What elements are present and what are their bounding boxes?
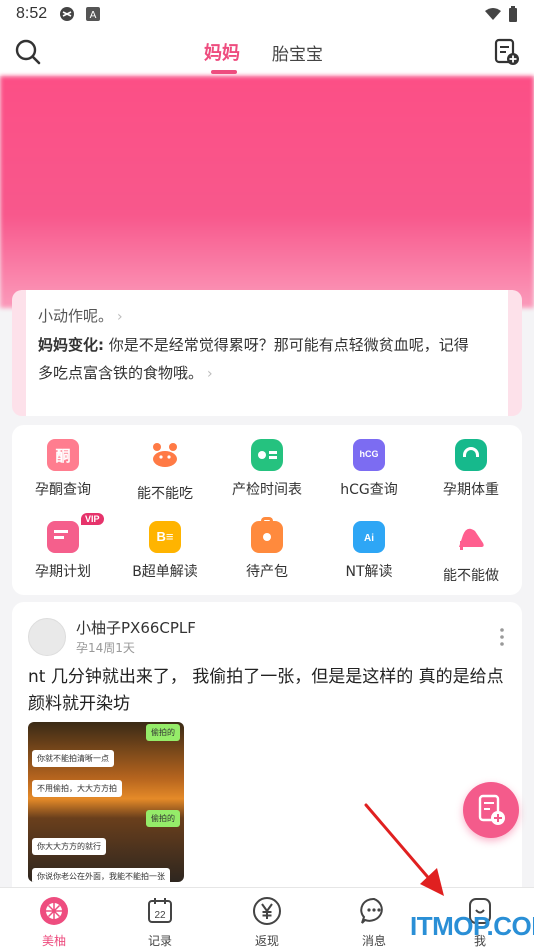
tool-checkup-schedule[interactable]: 产检时间表 — [216, 439, 318, 499]
tool-progesterone[interactable]: 酮 孕酮查询 — [12, 439, 114, 499]
tool-plan[interactable]: VIP 孕期计划 — [12, 513, 114, 581]
top-bar: 妈妈 胎宝宝 — [0, 28, 534, 76]
nav-cashback[interactable]: 返现 — [227, 896, 307, 949]
checkup-schedule-icon — [251, 439, 283, 471]
status-a-icon: A — [86, 7, 101, 21]
add-record-icon[interactable] — [494, 38, 520, 66]
message-icon — [360, 897, 383, 924]
status-app-icon — [60, 7, 75, 21]
chevron-right-icon: › — [207, 366, 213, 382]
tab-indicator — [211, 70, 237, 74]
svg-text:22: 22 — [154, 910, 166, 921]
pregnancy-info-card[interactable]: 小动作呢。 › 妈妈变化: 你是不是经常觉得累呀？那可能有点轻微贫血呢，记得 多吃… — [12, 290, 522, 416]
tool-weight[interactable]: 孕期体重 — [420, 439, 522, 499]
chat-bubble: 偷拍的 — [146, 724, 180, 741]
crab-icon — [153, 443, 177, 467]
create-post-button[interactable] — [463, 782, 519, 838]
tool-hcg[interactable]: hCG hCG查询 — [318, 439, 420, 499]
post-meta: 孕14周1天 — [76, 641, 135, 655]
tool-can-do[interactable]: 能不能做 — [420, 521, 522, 585]
chat-bubble: 你说你老公在外面，我能不能拍一张 — [32, 868, 170, 882]
chat-bubble: 你大大方方的就行 — [32, 838, 106, 855]
more-options-icon[interactable] — [500, 628, 504, 646]
ultrasound-icon: B≡ — [149, 521, 181, 553]
nav-messages[interactable]: 消息 — [334, 896, 414, 949]
nt-ai-icon: Ai — [353, 521, 385, 553]
post-text: nt 几分钟就出来了， 我偷拍了一张，但是是这样的 真的是给点颜料就开染坊 — [28, 667, 504, 714]
tab-mom[interactable]: 妈妈 — [204, 39, 240, 65]
avatar[interactable] — [28, 618, 66, 656]
plan-icon: VIP — [47, 513, 104, 553]
chat-bubble: 偷拍的 — [146, 810, 180, 827]
chat-bubble: 你就不能拍清晰一点 — [32, 750, 114, 767]
chevron-right-icon: › — [117, 309, 123, 325]
hcg-icon: hCG — [353, 439, 385, 471]
vip-badge: VIP — [81, 513, 104, 525]
high-heel-icon — [459, 528, 484, 550]
tab-baby[interactable]: 胎宝宝 — [272, 40, 323, 65]
mom-change-text: 妈妈变化: 你是不是经常觉得累呀？那可能有点轻微贫血呢，记得 — [38, 336, 469, 354]
meiyou-icon — [40, 897, 68, 925]
add-note-icon — [478, 794, 505, 825]
status-time: 8:52 — [16, 5, 48, 22]
tool-hospital-bag[interactable]: 待产包 — [216, 517, 318, 581]
battery-icon — [509, 5, 517, 22]
tools-grid: 酮 孕酮查询 能不能吃 产检时间表 hCG hCG查询 孕期体重 VIP 孕期计… — [12, 425, 522, 595]
scale-icon — [455, 439, 487, 471]
tool-ultrasound[interactable]: B≡ B超单解读 — [114, 521, 216, 581]
mom-change-text-cont: 多吃点富含铁的食物哦。 › — [38, 364, 213, 382]
bag-icon — [251, 517, 283, 553]
post-image[interactable]: 偷拍的 你就不能拍清晰一点 不用偷拍，大大方方拍 偷拍的 你大大方方的就行 你说… — [28, 722, 184, 882]
wifi-icon — [485, 8, 501, 20]
nav-meiyou[interactable]: 美柚 — [14, 896, 94, 949]
calendar-icon: 22 — [148, 898, 172, 923]
feed-post[interactable]: 小柚子PX66CPLF 孕14周1天 nt 几分钟就出来了， 我偷拍了一张，但是… — [12, 602, 522, 902]
hero-banner — [0, 76, 534, 308]
search-icon[interactable] — [14, 38, 42, 66]
status-bar: 8:52 A — [0, 0, 534, 28]
svg-text:A: A — [90, 10, 97, 21]
tool-can-eat[interactable]: 能不能吃 — [114, 439, 216, 503]
chat-bubble: 不用偷拍，大大方方拍 — [32, 780, 122, 797]
tool-nt[interactable]: Ai NT解读 — [318, 521, 420, 581]
baby-change-text: 小动作呢。 › — [38, 307, 123, 325]
progesterone-icon: 酮 — [47, 439, 79, 471]
yen-icon — [253, 897, 281, 925]
nav-record[interactable]: 22 记录 — [120, 896, 200, 949]
watermark: ITMOP.COM — [410, 911, 534, 941]
post-username[interactable]: 小柚子PX66CPLF — [76, 617, 196, 638]
